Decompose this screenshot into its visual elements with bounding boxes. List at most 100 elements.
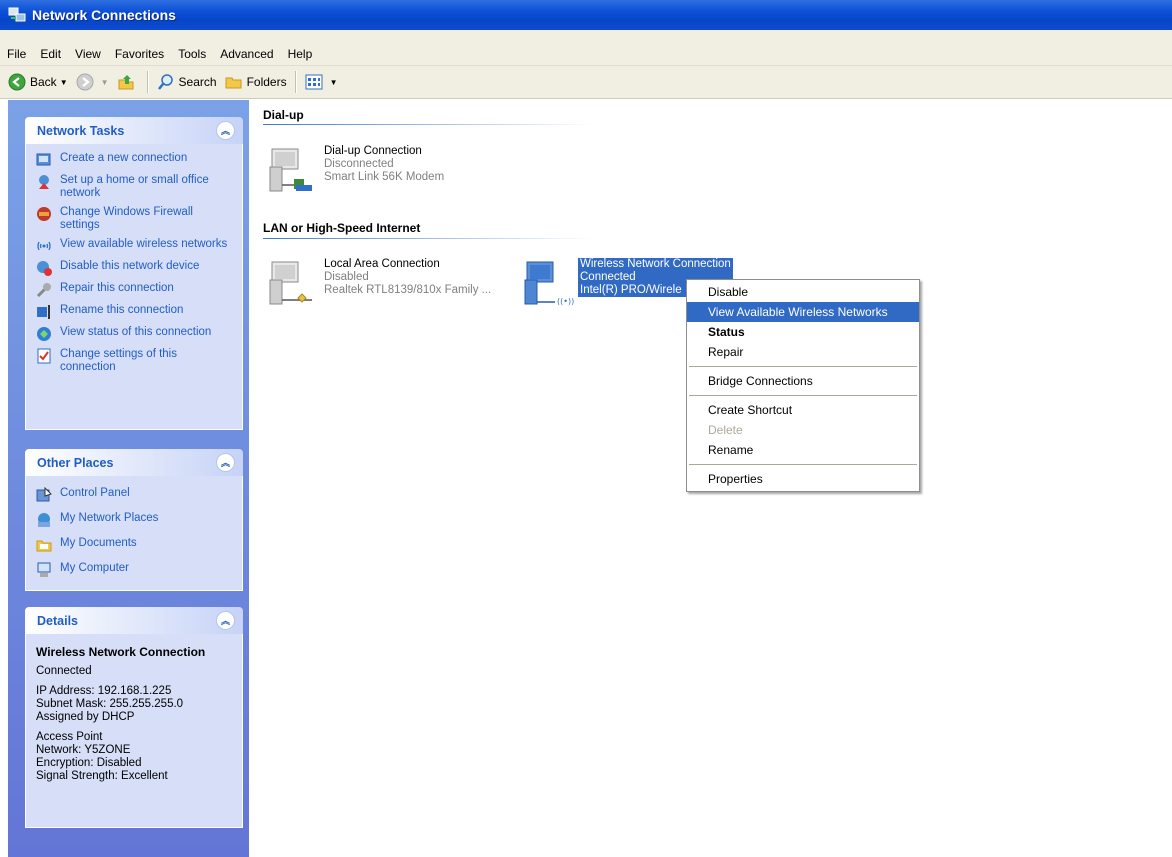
details-connection-name: Wireless Network Connection — [36, 645, 206, 659]
task-rename[interactable]: Rename this connection — [36, 304, 234, 320]
other-places-title: Other Places — [37, 455, 114, 470]
connection-device: Smart Link 56K Modem — [324, 171, 445, 183]
task-firewall[interactable]: Change Windows Firewall settings — [36, 206, 234, 232]
menu-item-properties[interactable]: Properties — [687, 469, 919, 489]
menu-view[interactable]: View — [68, 47, 108, 61]
place-label: My Network Places — [60, 512, 159, 524]
group-dialup-title: Dial-up — [263, 108, 304, 122]
svg-text:((•)): ((•)) — [557, 297, 574, 306]
network-connections-icon — [8, 7, 26, 22]
rename-icon — [37, 305, 50, 319]
details-signal: Signal Strength: Excellent — [36, 770, 168, 782]
views-dropdown-icon[interactable]: ▼ — [330, 78, 338, 87]
menubar-spacer — [0, 30, 1172, 43]
window-title: Network Connections — [32, 7, 176, 23]
title-bar: Network Connections — [0, 0, 1172, 30]
network-tasks-title: Network Tasks — [37, 123, 125, 138]
connection-name: Dial-up Connection — [324, 145, 422, 157]
menu-item-view-wireless[interactable]: View Available Wireless Networks — [687, 302, 919, 322]
menu-item-rename[interactable]: Rename — [687, 440, 919, 460]
collapse-chevron-icon[interactable]: ︽ — [216, 611, 235, 630]
other-places-header[interactable]: Other Places ︽ — [25, 449, 243, 476]
menu-item-create-shortcut[interactable]: Create Shortcut — [687, 400, 919, 420]
task-label: View status of this connection — [60, 326, 212, 338]
menu-item-bridge[interactable]: Bridge Connections — [687, 371, 919, 391]
network-tasks-body: Create a new connection Set up a home or… — [25, 144, 243, 430]
place-my-network-places[interactable]: My Network Places — [36, 512, 234, 528]
back-button[interactable]: Back ▼ — [4, 69, 72, 95]
search-icon — [157, 74, 173, 90]
menu-item-disable[interactable]: Disable — [687, 282, 919, 302]
folders-label: Folders — [246, 75, 287, 89]
menu-tools[interactable]: Tools — [171, 47, 213, 61]
group-divider — [263, 238, 593, 239]
back-label: Back — [30, 75, 57, 89]
menu-file[interactable]: File — [0, 47, 33, 61]
task-change-settings[interactable]: Change settings of this connection — [36, 348, 234, 374]
task-pane: Network Tasks ︽ Create a new connection … — [8, 100, 249, 857]
task-label: Repair this connection — [60, 282, 174, 294]
folders-icon — [225, 77, 242, 89]
task-repair[interactable]: Repair this connection — [36, 282, 234, 298]
forward-dropdown-icon[interactable]: ▼ — [101, 78, 109, 87]
task-home-network[interactable]: Set up a home or small office network — [36, 174, 234, 200]
connection-device: Realtek RTL8139/810x Family ... — [324, 284, 492, 296]
place-label: My Computer — [60, 562, 130, 574]
search-button[interactable]: Search — [153, 69, 221, 95]
task-view-wireless[interactable]: View available wireless networks — [36, 238, 234, 254]
new-connection-icon — [36, 153, 51, 166]
folders-button[interactable]: Folders — [221, 69, 291, 95]
menu-favorites[interactable]: Favorites — [108, 47, 171, 61]
home-network-icon — [39, 175, 49, 189]
task-label: Set up a home or small office network — [60, 174, 209, 199]
collapse-chevron-icon[interactable]: ︽ — [216, 453, 235, 472]
details-title: Details — [37, 613, 78, 628]
place-my-documents[interactable]: My Documents — [36, 537, 234, 553]
details-header[interactable]: Details ︽ — [25, 607, 243, 634]
back-arrow-icon — [8, 73, 26, 91]
details-status: Connected — [36, 665, 92, 677]
group-lan-title: LAN or High-Speed Internet — [263, 221, 421, 235]
connection-status: Disabled — [324, 271, 369, 283]
connection-local-area[interactable]: Local Area Connection Disabled Realtek R… — [266, 258, 491, 306]
disable-device-icon — [37, 261, 52, 276]
connection-dialup[interactable]: Dial-up Connection Disconnected Smart Li… — [266, 145, 444, 193]
collapse-chevron-icon[interactable]: ︽ — [216, 121, 235, 140]
toolbar-separator — [294, 71, 297, 93]
menu-help[interactable]: Help — [281, 47, 320, 61]
place-label: Control Panel — [60, 487, 130, 499]
task-label: Change settings of this connection — [60, 348, 177, 373]
forward-button[interactable]: ▼ — [72, 69, 113, 95]
local-area-connection-icon — [269, 261, 312, 305]
back-dropdown-icon[interactable]: ▼ — [60, 78, 68, 87]
details-access-point: Access Point — [36, 731, 103, 743]
menu-advanced[interactable]: Advanced — [213, 47, 280, 61]
task-label: Create a new connection — [60, 152, 188, 164]
settings-check-icon — [37, 348, 51, 364]
wireless-connection-icon: ((•)) — [524, 261, 574, 306]
network-tasks-header[interactable]: Network Tasks ︽ — [25, 117, 243, 144]
place-label: My Documents — [60, 537, 137, 549]
my-documents-icon — [36, 540, 52, 552]
up-folder-button[interactable] — [113, 69, 143, 95]
context-menu: Disable View Available Wireless Networks… — [686, 279, 920, 492]
menu-edit[interactable]: Edit — [33, 47, 68, 61]
menu-item-status[interactable]: Status — [687, 322, 919, 342]
menu-separator — [689, 366, 917, 367]
details-panel: Details ︽ Wireless Network Connection Co… — [25, 607, 243, 828]
place-control-panel[interactable]: Control Panel — [36, 487, 234, 503]
task-create-connection[interactable]: Create a new connection — [36, 152, 234, 168]
place-my-computer[interactable]: My Computer — [36, 562, 234, 578]
task-label: Change Windows Firewall settings — [60, 206, 193, 231]
local-area-text: Local Area Connection Disabled Realtek R… — [324, 258, 491, 306]
details-assigned: Assigned by DHCP — [36, 711, 135, 723]
details-encryption: Encryption: Disabled — [36, 757, 142, 769]
views-button[interactable]: ▼ — [301, 69, 342, 95]
menu-item-repair[interactable]: Repair — [687, 342, 919, 362]
dialup-connection-icon — [269, 148, 312, 192]
task-disable-device[interactable]: Disable this network device — [36, 260, 234, 276]
task-view-status[interactable]: View status of this connection — [36, 326, 234, 342]
up-folder-icon — [118, 75, 134, 90]
